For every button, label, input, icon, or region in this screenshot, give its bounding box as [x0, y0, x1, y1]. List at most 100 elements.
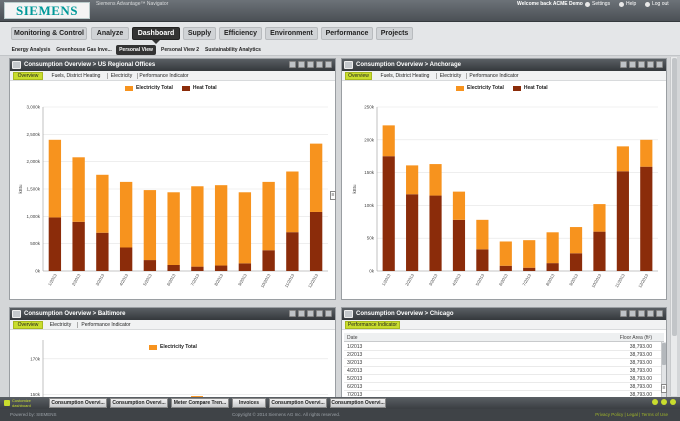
maximize-icon[interactable]	[316, 61, 323, 68]
layout-icon[interactable]	[670, 399, 676, 405]
subtab-energy-analysis[interactable]: Energy Analysis	[10, 45, 52, 55]
nav-tab-efficiency[interactable]: Efficiency	[219, 27, 262, 40]
tab-performance-indicator[interactable]: Performance Indicator	[138, 72, 190, 80]
settings-icon[interactable]	[629, 61, 636, 68]
settings-link[interactable]: Settings	[585, 1, 610, 7]
subtab-personal-view-2[interactable]: Personal View 2	[159, 45, 201, 55]
subtab-greenhouse-gas[interactable]: Greenhouse Gas Inve...	[55, 45, 113, 55]
subtab-sustainability-analytics[interactable]: Sustainability Analytics	[204, 45, 262, 55]
table-row[interactable]: 5/2013 38,793.00	[344, 375, 664, 383]
edit-icon[interactable]	[289, 310, 296, 317]
bar-electricity-total	[96, 174, 109, 233]
tab-electricity[interactable]: Electricity	[437, 72, 464, 80]
table-row[interactable]: 2/2013 38,793.00	[344, 351, 664, 359]
table-scrollbar-thumb[interactable]	[662, 343, 666, 365]
taskbar-item[interactable]: Consumption Overvi...	[49, 398, 107, 408]
cell-date: 4/2013	[347, 368, 363, 374]
edit-icon[interactable]	[620, 310, 627, 317]
bar-electricity-total	[167, 192, 180, 265]
column-header-floor-area[interactable]: Floor Area (ft²)	[620, 335, 652, 341]
tab-performance-indicator[interactable]: Performance Indicator	[79, 321, 133, 329]
page-scrollbar[interactable]	[670, 57, 677, 396]
column-header-date[interactable]: Date	[347, 335, 358, 341]
taskbar-item[interactable]: Consumption Overvi...	[110, 398, 168, 408]
taskbar-item[interactable]: Consumption Overvi...	[269, 398, 327, 408]
bar-electricity-total	[214, 185, 228, 266]
x-tick-label: 9/2013	[237, 272, 248, 286]
tab-fuels-district-heating[interactable]: Fuels, District Heating	[375, 72, 435, 80]
subtab-personal-view[interactable]: Personal View	[116, 45, 156, 55]
bar-heat-total	[48, 217, 62, 271]
logout-link[interactable]: Log out	[645, 1, 669, 7]
settings-label: Settings	[592, 1, 611, 7]
maximize-icon[interactable]	[647, 310, 654, 317]
siemens-logo[interactable]: SIEMENS	[4, 2, 90, 19]
panel-header[interactable]: Consumption Overview > Baltimore	[10, 308, 335, 320]
nav-tab-supply[interactable]: Supply	[183, 27, 216, 40]
bar-heat-total	[382, 156, 395, 271]
refresh-icon[interactable]	[638, 310, 645, 317]
tab-fuels-district-heating[interactable]: Fuels, District Heating	[46, 72, 106, 80]
taskbar-item[interactable]: Consumption Overvi...	[330, 398, 386, 408]
panel-resize-handle[interactable]: ≡	[661, 384, 667, 393]
x-tick-label: 2/2013	[71, 272, 82, 286]
close-icon[interactable]	[325, 310, 332, 317]
footer-links[interactable]: Privacy Policy | Legal | Terms of Use	[595, 412, 668, 417]
nav-tab-dashboard[interactable]: Dashboard	[132, 27, 180, 44]
cell-date: 2/2013	[347, 352, 363, 358]
tab-performance-indicator[interactable]: Performance Indicator	[345, 321, 400, 329]
customize-dashboard-button[interactable]: Customize dashboard	[4, 398, 46, 408]
refresh-icon[interactable]	[307, 61, 314, 68]
refresh-icon[interactable]	[307, 310, 314, 317]
close-icon[interactable]	[656, 61, 663, 68]
panel-header[interactable]: Consumption Overview > Anchorage	[342, 59, 666, 71]
x-tick-label: 6/2013	[166, 272, 177, 286]
tab-electricity[interactable]: Electricity	[47, 321, 74, 329]
settings-icon[interactable]	[298, 310, 305, 317]
table-row[interactable]: 1/2013 38,793.00	[344, 343, 664, 351]
tab-electricity[interactable]: Electricity	[108, 72, 135, 80]
panel-header[interactable]: Consumption Overview > US Regional Offic…	[10, 59, 335, 71]
settings-icon[interactable]	[298, 61, 305, 68]
bar-electricity-total	[286, 171, 299, 233]
nav-tab-performance[interactable]: Performance	[321, 27, 373, 40]
maximize-icon[interactable]	[647, 61, 654, 68]
close-icon[interactable]	[656, 310, 663, 317]
nav-tab-analyze[interactable]: Analyze	[91, 27, 129, 40]
tab-performance-indicator[interactable]: Performance Indicator	[467, 72, 521, 80]
bar-heat-total	[593, 231, 606, 271]
cell-floor-area: 38,793.00	[629, 352, 652, 358]
nav-tab-projects[interactable]: Projects	[376, 27, 413, 40]
add-widget-icon[interactable]	[652, 399, 658, 405]
taskbar-item[interactable]: Meter Compare Tren...	[171, 398, 229, 408]
bar-heat-total	[191, 266, 204, 271]
page-scrollbar-thumb[interactable]	[672, 58, 677, 336]
bar-electricity-total	[593, 204, 606, 232]
refresh-icon[interactable]	[661, 399, 667, 405]
panel-controls	[289, 310, 332, 317]
dashboard-taskbar: Customize dashboard Consumption Overvi..…	[0, 397, 680, 409]
y-tick-label: 0k	[369, 269, 375, 274]
maximize-icon[interactable]	[316, 310, 323, 317]
edit-icon[interactable]	[620, 61, 627, 68]
close-icon[interactable]	[325, 61, 332, 68]
table-row[interactable]: 6/2013 38,793.00	[344, 383, 664, 391]
help-link[interactable]: Help	[619, 1, 636, 7]
bar-electricity-total	[238, 192, 252, 264]
panel-tabs: Overview Electricity Performance Indicat…	[10, 320, 335, 330]
panel-resize-handle[interactable]: ≡	[330, 191, 336, 200]
tab-overview[interactable]: Overview	[13, 321, 43, 329]
panel-header[interactable]: Consumption Overview > Chicago	[342, 308, 666, 320]
table-row[interactable]: 3/2013 38,793.00	[344, 359, 664, 367]
taskbar-item[interactable]: Invoices	[232, 398, 266, 408]
tab-overview[interactable]: Overview	[345, 72, 372, 80]
bar-electricity-total	[406, 165, 419, 195]
nav-tab-environment[interactable]: Environment	[265, 27, 318, 40]
edit-icon[interactable]	[289, 61, 296, 68]
refresh-icon[interactable]	[638, 61, 645, 68]
y-tick-label: 170k	[30, 356, 41, 361]
tab-overview[interactable]: Overview	[13, 72, 43, 80]
settings-icon[interactable]	[629, 310, 636, 317]
nav-tab-monitoring-control[interactable]: Monitoring & Control	[11, 27, 87, 40]
table-row[interactable]: 4/2013 38,793.00	[344, 367, 664, 375]
